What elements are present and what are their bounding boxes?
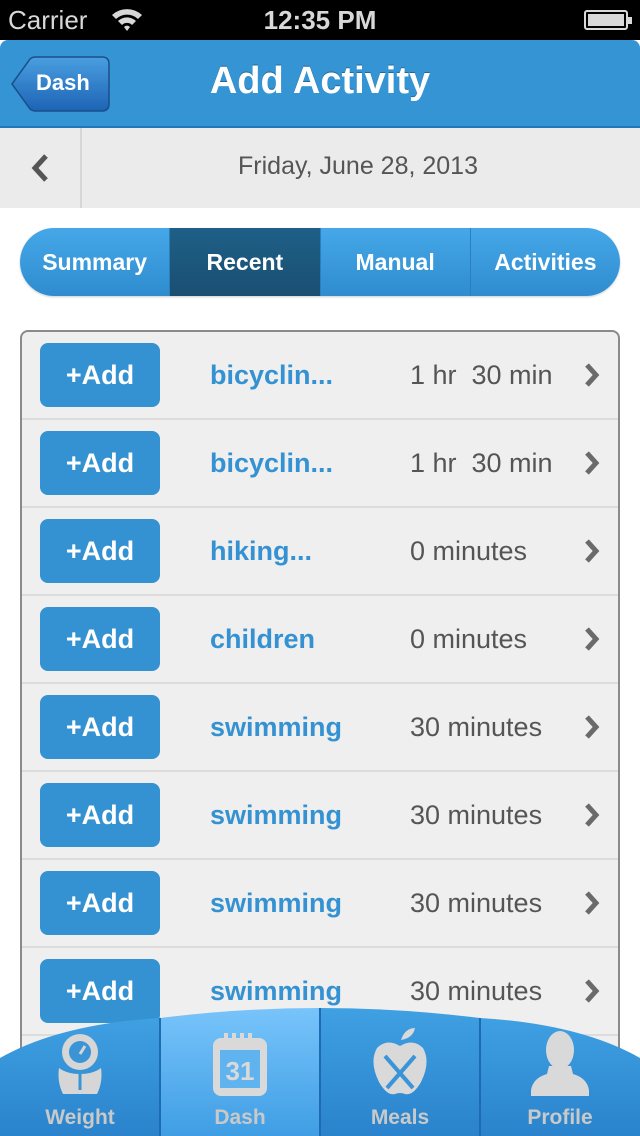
navigation-bar: Dash Add Activity xyxy=(0,40,640,128)
chevron-right-icon[interactable] xyxy=(584,890,600,916)
activity-duration: 0 minutes xyxy=(410,624,528,654)
chevron-right-icon[interactable] xyxy=(584,802,600,828)
activity-row[interactable]: +Add children 0 minutes xyxy=(22,596,618,684)
battery-icon xyxy=(584,10,632,30)
activity-row[interactable]: +Add swimming 30 minutes xyxy=(22,860,618,948)
activity-name[interactable]: swimming xyxy=(210,712,342,743)
tab-profile[interactable]: Profile xyxy=(480,1018,640,1136)
tab-summary[interactable]: Summary xyxy=(20,228,171,296)
add-activity-button[interactable]: +Add xyxy=(40,343,160,407)
activity-duration: 1 hr 30 min xyxy=(410,360,553,390)
add-activity-button[interactable]: +Add xyxy=(40,871,160,935)
chevron-right-icon[interactable] xyxy=(584,978,600,1004)
scale-icon xyxy=(58,1034,102,1094)
chevron-right-icon[interactable] xyxy=(584,714,600,740)
activity-name[interactable]: hiking... xyxy=(210,536,312,567)
add-activity-button[interactable]: +Add xyxy=(40,431,160,495)
tab-bar: Weight 31 Dash Meals Profile xyxy=(0,1006,640,1136)
activity-name[interactable]: swimming xyxy=(210,888,342,919)
activity-duration: 30 minutes xyxy=(410,888,543,918)
activity-duration: 1 hr 30 min xyxy=(410,448,553,478)
activity-duration: 30 minutes xyxy=(410,800,543,830)
tab-activities[interactable]: Activities xyxy=(471,228,620,296)
apple-utensils-icon xyxy=(373,1028,427,1095)
activity-name[interactable]: swimming xyxy=(210,976,342,1007)
date-bar: Friday, June 28, 2013 xyxy=(0,128,640,208)
activity-name[interactable]: children xyxy=(210,624,315,655)
add-activity-button[interactable]: +Add xyxy=(40,783,160,847)
tab-weight[interactable]: Weight xyxy=(0,1018,160,1136)
chevron-right-icon[interactable] xyxy=(584,362,600,388)
chevron-right-icon[interactable] xyxy=(584,538,600,564)
chevron-right-icon[interactable] xyxy=(584,626,600,652)
page-title: Add Activity xyxy=(209,60,431,102)
activity-row[interactable]: +Add swimming 30 minutes xyxy=(22,772,618,860)
activity-row[interactable]: +Add swimming 30 minutes xyxy=(22,684,618,772)
current-date: Friday, June 28, 2013 xyxy=(238,152,478,180)
tab-meals[interactable]: Meals xyxy=(320,1018,480,1136)
clock: 12:35 PM xyxy=(263,5,377,35)
chevron-left-icon xyxy=(31,154,48,182)
calendar-icon: 31 xyxy=(213,1033,267,1096)
recent-activities-list: +Add bicyclin... 1 hr 30 min +Add bicyclin..… xyxy=(20,330,620,1110)
activity-row[interactable]: +Add hiking... 0 minutes xyxy=(22,508,618,596)
tab-dash[interactable]: 31 Dash xyxy=(160,1018,320,1136)
activity-duration: 0 minutes xyxy=(410,536,528,566)
calendar-day: 31 xyxy=(226,1056,255,1086)
activity-name[interactable]: bicyclin... xyxy=(210,448,333,479)
activity-name[interactable]: bicyclin... xyxy=(210,360,333,391)
status-bar: Carrier 12:35 PM xyxy=(0,0,640,40)
tab-profile-label: Profile xyxy=(527,1106,593,1129)
previous-day-button[interactable] xyxy=(0,128,82,208)
person-icon xyxy=(531,1031,589,1096)
activity-duration: 30 minutes xyxy=(410,712,543,742)
chevron-right-icon[interactable] xyxy=(584,450,600,476)
tab-dash-label: Dash xyxy=(214,1106,266,1129)
tab-weight-label: Weight xyxy=(45,1106,115,1129)
view-segmented-control: Summary Recent Manual Activities xyxy=(20,228,620,296)
activity-row[interactable]: +Add bicyclin... 1 hr 30 min xyxy=(22,420,618,508)
tab-manual[interactable]: Manual xyxy=(321,228,471,296)
add-activity-button[interactable]: +Add xyxy=(40,519,160,583)
activity-row[interactable]: +Add bicyclin... 1 hr 30 min xyxy=(22,332,618,420)
tab-recent[interactable]: Recent xyxy=(170,228,321,296)
add-activity-button[interactable]: +Add xyxy=(40,695,160,759)
activity-duration: 30 minutes xyxy=(410,976,543,1006)
add-activity-button[interactable]: +Add xyxy=(40,607,160,671)
activity-name[interactable]: swimming xyxy=(210,800,342,831)
tab-meals-label: Meals xyxy=(370,1106,430,1129)
